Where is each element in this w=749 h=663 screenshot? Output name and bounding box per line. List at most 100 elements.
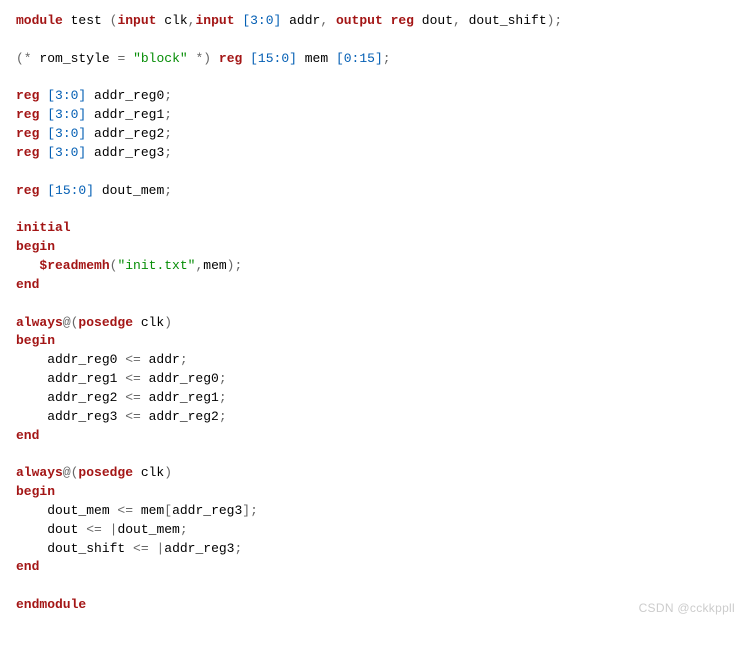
- keyword-reg: reg: [219, 51, 242, 66]
- paren: ): [164, 465, 172, 480]
- semi: ;: [164, 145, 172, 160]
- keyword-end: end: [16, 277, 39, 292]
- bracket: [: [164, 503, 172, 518]
- index-range: [3:0]: [242, 13, 281, 28]
- keyword-always: always: [16, 465, 63, 480]
- keyword-begin: begin: [16, 484, 55, 499]
- ident-doutmem: dout_mem: [94, 183, 164, 198]
- ident-doutshift: dout_shift: [469, 13, 547, 28]
- nonblock-op: <=: [86, 522, 102, 537]
- paren: );: [227, 258, 243, 273]
- ident-dout: dout: [414, 13, 453, 28]
- keyword-end: end: [16, 428, 39, 443]
- keyword-module: module: [16, 13, 63, 28]
- string-init: "init.txt": [117, 258, 195, 273]
- ident-romstyle: rom_style: [32, 51, 118, 66]
- space: [102, 522, 110, 537]
- keyword-reg: reg: [16, 145, 39, 160]
- semi: ;: [219, 390, 227, 405]
- ident-addrreg3: addr_reg3: [86, 145, 164, 160]
- ident-clk: clk: [133, 465, 164, 480]
- semi: ;: [164, 126, 172, 141]
- ident-clk: clk: [133, 315, 164, 330]
- index-range: [3:0]: [47, 107, 86, 122]
- bracket: ];: [242, 503, 258, 518]
- stmt: addr_reg0: [16, 352, 125, 367]
- paren: ): [164, 315, 172, 330]
- space: [211, 51, 219, 66]
- keyword-begin: begin: [16, 239, 55, 254]
- semi: ;: [383, 51, 391, 66]
- keyword-output: output: [336, 13, 383, 28]
- index-range: [3:0]: [47, 126, 86, 141]
- keyword-always: always: [16, 315, 63, 330]
- stmt: dout_shift: [16, 541, 133, 556]
- ident-mem: mem: [297, 51, 336, 66]
- space: [125, 51, 133, 66]
- stmt: addr_reg3: [16, 409, 125, 424]
- keyword-reg: reg: [16, 107, 39, 122]
- index-range: [0:15]: [336, 51, 383, 66]
- comma: ,: [320, 13, 336, 28]
- watermark-text: CSDN @cckkppll: [639, 600, 735, 617]
- paren: );: [547, 13, 563, 28]
- ident-addrreg3: addr_reg3: [164, 541, 234, 556]
- ident-addrreg2: addr_reg2: [86, 126, 164, 141]
- keyword-endmodule: endmodule: [16, 597, 86, 612]
- rhs: addr_reg2: [141, 409, 219, 424]
- keyword-input: input: [117, 13, 156, 28]
- rhs: addr_reg1: [141, 390, 219, 405]
- nonblock-op: <=: [125, 390, 141, 405]
- index-range: [15:0]: [47, 183, 94, 198]
- index-range: [15:0]: [250, 51, 297, 66]
- ident-addrreg3: addr_reg3: [172, 503, 242, 518]
- keyword-reg: reg: [391, 13, 414, 28]
- stmt: addr_reg2: [16, 390, 125, 405]
- comma: ,: [453, 13, 469, 28]
- semi: ;: [164, 107, 172, 122]
- ident-clk: clk: [156, 13, 187, 28]
- attrib-open: (*: [16, 51, 32, 66]
- space: [383, 13, 391, 28]
- rhs: addr: [141, 352, 180, 367]
- ident-addrreg1: addr_reg1: [86, 107, 164, 122]
- task-readmemh: $readmemh: [39, 258, 109, 273]
- keyword-begin: begin: [16, 333, 55, 348]
- code-block: module test (input clk,input [3:0] addr,…: [16, 12, 733, 615]
- keyword-reg: reg: [16, 126, 39, 141]
- index-range: [3:0]: [47, 88, 86, 103]
- rhs: addr_reg0: [141, 371, 219, 386]
- ident-test: test: [63, 13, 110, 28]
- semi: ;: [180, 522, 188, 537]
- stmt: dout: [16, 522, 86, 537]
- keyword-reg: reg: [16, 88, 39, 103]
- keyword-posedge: posedge: [78, 315, 133, 330]
- semi: ;: [219, 409, 227, 424]
- ident-mem: mem: [203, 258, 226, 273]
- semi: ;: [180, 352, 188, 367]
- nonblock-op: <=: [125, 409, 141, 424]
- attrib-close: *): [195, 51, 211, 66]
- keyword-reg: reg: [16, 183, 39, 198]
- ident-doutmem: dout_mem: [117, 522, 179, 537]
- nonblock-op: <=: [125, 371, 141, 386]
- keyword-input: input: [195, 13, 234, 28]
- ident-addrreg0: addr_reg0: [86, 88, 164, 103]
- indent: [16, 258, 39, 273]
- semi: ;: [164, 183, 172, 198]
- stmt: dout_mem: [16, 503, 117, 518]
- string-block: "block": [133, 51, 188, 66]
- space: [242, 51, 250, 66]
- nonblock-op: <=: [125, 352, 141, 367]
- at: @(: [63, 465, 79, 480]
- keyword-posedge: posedge: [78, 465, 133, 480]
- stmt: addr_reg1: [16, 371, 125, 386]
- semi: ;: [164, 88, 172, 103]
- at: @(: [63, 315, 79, 330]
- index-range: [3:0]: [47, 145, 86, 160]
- keyword-initial: initial: [16, 220, 71, 235]
- semi: ;: [219, 371, 227, 386]
- semi: ;: [234, 541, 242, 556]
- nonblock-op: <=: [133, 541, 149, 556]
- ident-addr: addr: [281, 13, 320, 28]
